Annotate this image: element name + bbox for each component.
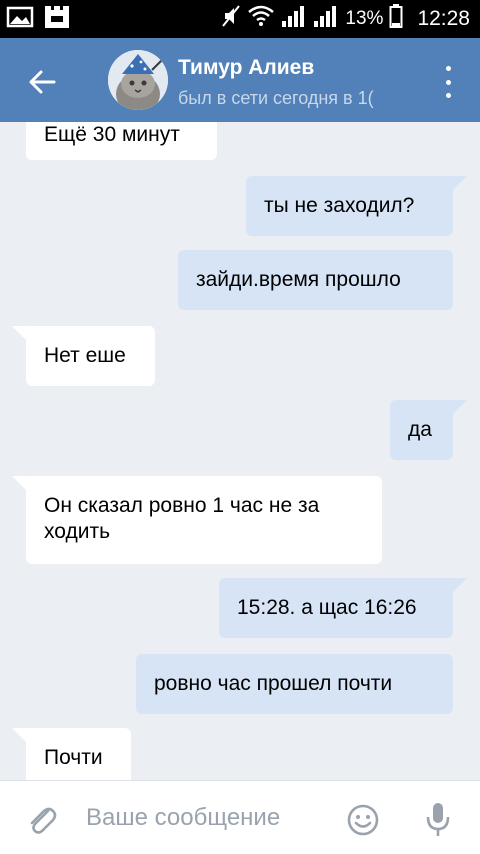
signal-icon: [281, 4, 307, 34]
message-text: зайди.время прошло: [196, 268, 401, 291]
last-seen-status: был в сети сегодня в 1(: [178, 88, 374, 108]
message-text: ты не заходил?: [264, 194, 415, 217]
contact-name: Тимур Алиев: [178, 56, 315, 79]
clock: 12:28: [417, 7, 470, 30]
message-text: 15:28. а щас 16:26: [237, 596, 417, 619]
chat-header: Тимур Алиев был в сети сегодня в 1(: [0, 38, 480, 122]
message-incoming: Ещё 30 минут: [26, 122, 217, 160]
message-incoming: Нет еше: [12, 326, 155, 386]
battery-percent: 13%: [345, 8, 384, 29]
paperclip-icon[interactable]: [26, 803, 58, 837]
back-arrow-icon[interactable]: [24, 64, 60, 100]
message-text: Нет еше: [44, 344, 126, 367]
message-text: ровно час прошел почти: [154, 672, 393, 695]
gallery-icon: [6, 5, 34, 34]
status-bar: 13% 12:28: [0, 0, 480, 38]
message-text: да: [408, 418, 432, 441]
message-text: Он сказал ровно 1 час не за ходить: [44, 494, 320, 543]
microphone-icon[interactable]: [424, 801, 452, 839]
message-incoming: Он сказал ровно 1 час не за ходить: [12, 476, 382, 564]
app-icon: [42, 4, 72, 35]
message-incoming: Почти: [12, 728, 131, 780]
message-outgoing: ты не заходил?: [246, 176, 467, 236]
message-outgoing: 15:28. а щас 16:26: [219, 578, 467, 638]
mute-icon: [221, 4, 241, 34]
battery-icon: [389, 3, 403, 35]
more-menu-icon[interactable]: [436, 66, 460, 98]
emoji-icon[interactable]: [346, 803, 380, 837]
signal-icon: [313, 4, 339, 34]
message-outgoing: ровно час прошел почти: [136, 654, 453, 714]
message-composer: [0, 780, 480, 854]
message-text: Ещё 30 минут: [44, 123, 180, 146]
message-list[interactable]: Ещё 30 минут ты не заходил? зайди.время …: [0, 122, 480, 780]
wifi-icon: [247, 4, 275, 34]
message-input[interactable]: [86, 801, 326, 835]
avatar[interactable]: [108, 50, 168, 110]
message-outgoing: да: [390, 400, 467, 460]
message-outgoing: зайди.время прошло: [178, 250, 453, 310]
message-text: Почти: [44, 746, 103, 769]
